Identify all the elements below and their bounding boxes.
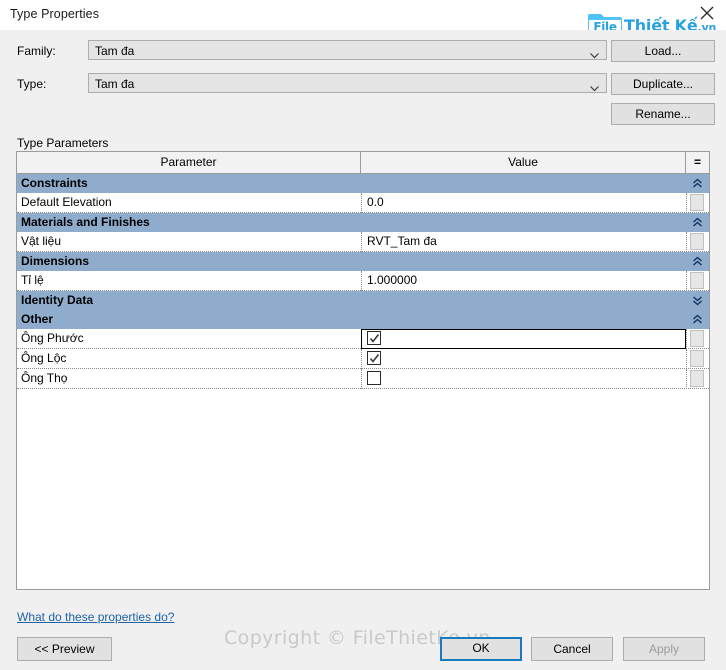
lock-toggle-button[interactable] <box>690 370 704 387</box>
parameter-group-header[interactable]: Identity Data <box>17 291 709 310</box>
table-row[interactable]: Ông Lộc <box>17 349 709 369</box>
parameter-name: Ông Thọ <box>21 371 68 385</box>
lock-cell <box>686 349 709 369</box>
lock-toggle-button[interactable] <box>690 272 704 289</box>
lock-cell <box>686 369 709 389</box>
column-divider <box>361 369 362 389</box>
duplicate-button[interactable]: Duplicate... <box>611 73 715 95</box>
lock-cell <box>686 193 709 213</box>
ok-button[interactable]: OK <box>440 637 522 661</box>
chevron-double-up-icon[interactable] <box>692 178 703 189</box>
lock-cell <box>686 271 709 291</box>
table-row[interactable]: Default Elevation 0.0 <box>17 193 709 213</box>
lock-toggle-button[interactable] <box>690 194 704 211</box>
column-header-parameter[interactable]: Parameter <box>17 152 361 173</box>
help-link[interactable]: What do these properties do? <box>17 610 174 624</box>
type-combobox[interactable]: Tam đa <box>88 73 607 93</box>
parameter-group-header[interactable]: Other <box>17 310 709 329</box>
parameter-value[interactable]: 0.0 <box>367 195 384 209</box>
dialog-body: Family: Tam đa Load... Type: Tam đa Dupl… <box>0 30 726 670</box>
parameter-checkbox[interactable] <box>367 351 381 365</box>
title-bar: Type Properties File Thiết Kế.vn <box>0 0 726 35</box>
parameter-checkbox[interactable] <box>367 331 381 345</box>
parameter-checkbox[interactable] <box>367 371 381 385</box>
table-row[interactable]: Tỉ lệ 1.000000 <box>17 271 709 291</box>
window-title: Type Properties <box>10 7 100 21</box>
column-divider <box>361 232 362 252</box>
cancel-button[interactable]: Cancel <box>531 637 613 661</box>
type-parameters-label: Type Parameters <box>17 136 109 150</box>
group-label: Other <box>21 312 54 326</box>
parameter-group-header[interactable]: Materials and Finishes <box>17 213 709 232</box>
chevron-double-up-icon[interactable] <box>692 217 703 228</box>
chevron-down-icon <box>590 81 599 92</box>
column-divider <box>361 271 362 291</box>
column-header-equals[interactable]: = <box>686 152 709 173</box>
chevron-down-icon <box>590 48 599 59</box>
parameter-name: Ông Phước <box>21 331 84 345</box>
column-divider <box>361 193 362 213</box>
table-body: Constraints Default Elevation 0.0 Materials… <box>17 174 709 389</box>
lock-toggle-button[interactable] <box>690 350 704 367</box>
parameter-value[interactable]: RVT_Tam đa <box>367 234 437 248</box>
table-header-row: Parameter Value = <box>17 152 709 174</box>
column-header-value[interactable]: Value <box>361 152 686 173</box>
family-combobox[interactable]: Tam đa <box>88 40 607 60</box>
family-value: Tam đa <box>95 44 135 58</box>
table-empty-area <box>17 389 709 589</box>
chevron-double-down-icon[interactable] <box>692 295 703 306</box>
load-button[interactable]: Load... <box>611 40 715 62</box>
preview-button[interactable]: << Preview <box>17 637 112 661</box>
group-label: Dimensions <box>21 254 90 268</box>
column-divider <box>361 349 362 369</box>
parameter-name: Ông Lộc <box>21 351 67 365</box>
chevron-double-up-icon[interactable] <box>692 256 703 267</box>
family-label: Family: <box>17 44 56 58</box>
value-cell-focus-ring <box>361 329 686 349</box>
apply-button: Apply <box>623 637 705 661</box>
rename-button[interactable]: Rename... <box>611 103 715 125</box>
parameter-value[interactable]: 1.000000 <box>367 273 417 287</box>
lock-cell <box>686 329 709 349</box>
parameter-name: Default Elevation <box>21 195 112 209</box>
group-label: Materials and Finishes <box>21 215 150 229</box>
close-icon[interactable] <box>692 0 722 28</box>
group-label: Identity Data <box>21 293 94 307</box>
chevron-double-up-icon[interactable] <box>692 314 703 325</box>
lock-cell <box>686 232 709 252</box>
table-row[interactable]: Vật liệu RVT_Tam đa <box>17 232 709 252</box>
lock-toggle-button[interactable] <box>690 233 704 250</box>
table-row[interactable]: Ông Phước <box>17 329 709 349</box>
group-label: Constraints <box>21 176 88 190</box>
type-value: Tam đa <box>95 77 135 91</box>
parameter-group-header[interactable]: Constraints <box>17 174 709 193</box>
type-label: Type: <box>17 77 47 91</box>
parameter-name: Vật liệu <box>21 234 62 248</box>
table-row[interactable]: Ông Thọ <box>17 369 709 389</box>
parameter-group-header[interactable]: Dimensions <box>17 252 709 271</box>
type-parameters-table: Parameter Value = Constraints Default Ele… <box>16 151 710 590</box>
parameter-name: Tỉ lệ <box>21 273 44 287</box>
lock-toggle-button[interactable] <box>690 330 704 347</box>
